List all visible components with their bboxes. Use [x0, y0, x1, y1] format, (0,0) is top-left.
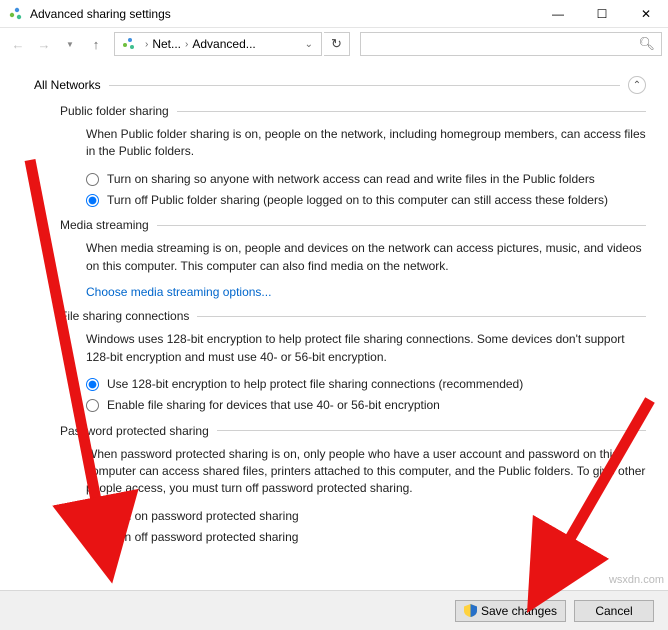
subsection-password-protected-sharing: Password protected sharing [60, 424, 646, 438]
watermark: wsxdn.com [609, 574, 664, 586]
radio-input[interactable] [86, 194, 99, 207]
subsection-media-streaming: Media streaming [60, 218, 646, 232]
window-title: Advanced sharing settings [30, 7, 536, 21]
option-label: Turn on sharing so anyone with network a… [107, 171, 595, 188]
button-label: Cancel [595, 604, 632, 618]
section-title: All Networks [34, 78, 101, 92]
radio-input[interactable] [86, 399, 99, 412]
media-options-link[interactable]: Choose media streaming options... [86, 285, 271, 299]
search-icon[interactable]: 🔍︎ [638, 36, 655, 52]
subsection-title: Public folder sharing [60, 104, 169, 118]
subsection-title: File sharing connections [60, 309, 189, 323]
close-button[interactable]: ✕ [624, 0, 668, 28]
maximize-button[interactable]: ☐ [580, 0, 624, 28]
subsection-title: Password protected sharing [60, 424, 209, 438]
breadcrumb-icon [121, 36, 137, 52]
radio-input[interactable] [86, 173, 99, 186]
chevron-up-icon[interactable]: ⌃ [628, 76, 646, 94]
subsection-file-sharing-connections: File sharing connections [60, 309, 646, 323]
pfs-option-off[interactable]: Turn off Public folder sharing (people l… [86, 192, 646, 209]
minimize-button[interactable]: — [536, 0, 580, 28]
option-label: Turn on password protected sharing [107, 508, 299, 525]
shield-icon [464, 604, 477, 617]
pfs-option-on[interactable]: Turn on sharing so anyone with network a… [86, 171, 646, 188]
option-label: Use 128-bit encryption to help protect f… [107, 376, 523, 393]
refresh-button[interactable]: ↻ [324, 32, 350, 56]
option-label: Enable file sharing for devices that use… [107, 397, 440, 414]
cancel-button[interactable]: Cancel [574, 600, 654, 622]
footer-bar: Save changes Cancel [0, 590, 668, 630]
nav-history-dropdown[interactable]: ▼ [58, 32, 82, 56]
option-label: Turn off password protected sharing [107, 529, 298, 546]
subsection-public-folder-sharing: Public folder sharing [60, 104, 646, 118]
media-description: When media streaming is on, people and d… [86, 240, 646, 275]
save-changes-button[interactable]: Save changes [455, 600, 566, 622]
pps-option-off[interactable]: Turn off password protected sharing [86, 529, 646, 546]
pfs-description: When Public folder sharing is on, people… [86, 126, 646, 161]
breadcrumb-seg-2[interactable]: Advanced... [192, 37, 255, 51]
radio-input[interactable] [86, 378, 99, 391]
breadcrumb-dropdown[interactable]: ⌄ [299, 39, 319, 50]
subsection-title: Media streaming [60, 218, 149, 232]
radio-input[interactable] [86, 531, 99, 544]
title-bar: Advanced sharing settings — ☐ ✕ [0, 0, 668, 28]
option-label: Turn off Public folder sharing (people l… [107, 192, 608, 209]
pps-description: When password protected sharing is on, o… [86, 446, 646, 498]
section-all-networks[interactable]: All Networks ⌃ [34, 76, 646, 94]
app-icon [8, 6, 24, 22]
fsc-option-128bit[interactable]: Use 128-bit encryption to help protect f… [86, 376, 646, 393]
up-button[interactable]: ↑ [84, 32, 108, 56]
search-input[interactable]: 🔍︎ [360, 32, 662, 56]
radio-input[interactable] [86, 510, 99, 523]
button-label: Save changes [481, 604, 557, 618]
breadcrumb-seg-1[interactable]: Net... [152, 37, 181, 51]
breadcrumb-sep: › [181, 39, 192, 50]
fsc-option-4056bit[interactable]: Enable file sharing for devices that use… [86, 397, 646, 414]
forward-button[interactable]: → [32, 32, 56, 56]
fsc-description: Windows uses 128-bit encryption to help … [86, 331, 646, 366]
nav-bar: ← → ▼ ↑ › Net... › Advanced... ⌄ ↻ 🔍︎ [0, 28, 668, 60]
content-area: All Networks ⌃ Public folder sharing Whe… [0, 60, 668, 590]
pps-option-on[interactable]: Turn on password protected sharing [86, 508, 646, 525]
back-button[interactable]: ← [6, 32, 30, 56]
breadcrumb-sep: › [141, 39, 152, 50]
breadcrumb[interactable]: › Net... › Advanced... ⌄ [114, 32, 322, 56]
